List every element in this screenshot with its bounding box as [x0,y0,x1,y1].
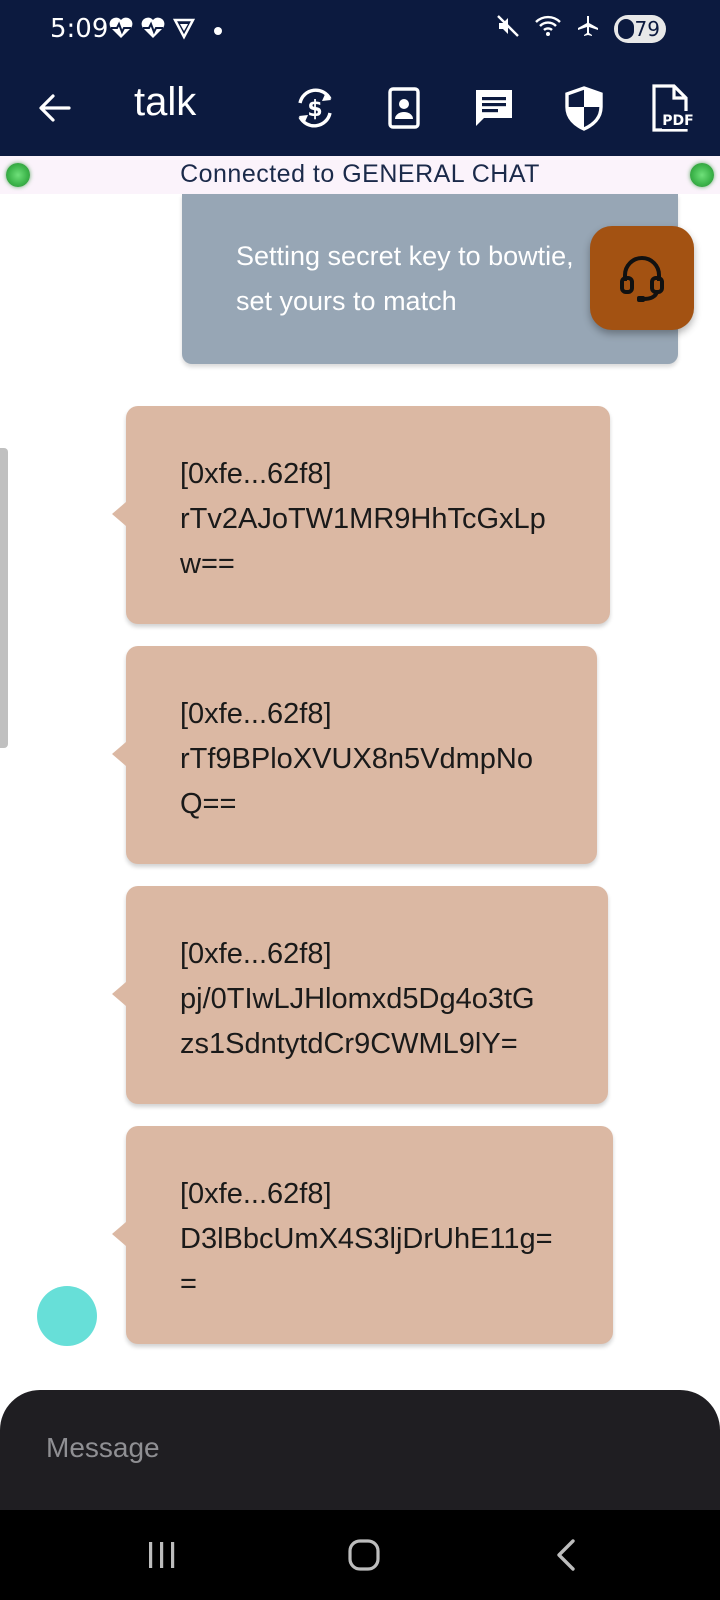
message-line: zs1SdntytdCr9CWML9lY= [180,1028,518,1060]
message-sender: [0xfe...62f8] [180,1178,332,1210]
airplane-icon [576,14,600,43]
shield-icon [565,86,603,131]
incoming-message[interactable]: [0xfe...62f8] rTv2AJoTW1MR9HhTcGxLp w== [112,406,610,624]
battery-level: 79 [634,16,660,41]
status-time: 5:09 [50,14,109,44]
home-button[interactable] [334,1530,394,1580]
message-text: [0xfe...62f8] rTf9BPloXVUX8n5VdmpNo Q== [180,692,533,827]
message-line: rTf9BPloXVUX8n5VdmpNo [180,743,533,775]
message-text: [0xfe...62f8] rTv2AJoTW1MR9HhTcGxLp w== [180,452,546,587]
message-sender: [0xfe...62f8] [180,938,332,970]
status-bar: 5:09 79 [0,0,720,62]
chat-icon [476,90,512,126]
currency-sync-button[interactable]: $ [287,80,343,136]
currency-sync-icon: $ [298,88,332,128]
svg-text:PDF: PDF [662,113,693,129]
app-bar: talk $ PDF [0,62,720,156]
message-sender: [0xfe...62f8] [180,698,332,730]
message-line: pj/0TIwLJHlomxd5Dg4o3tG [180,983,535,1015]
arrow-left-icon [39,94,71,122]
pdf-icon: PDF [652,84,694,132]
message-line: = [180,1268,197,1300]
message-text: [0xfe...62f8] D3lBbcUmX4S3ljDrUhE11g= = [180,1172,553,1307]
status-left-icons [108,16,222,45]
recent-apps-button[interactable] [132,1530,192,1580]
contact-card-button[interactable] [376,80,432,136]
message-line: Q== [180,788,237,820]
message-input[interactable] [46,1426,646,1470]
support-button[interactable] [590,226,694,330]
security-button[interactable] [556,80,612,136]
message-text: [0xfe...62f8] pj/0TIwLJHlomxd5Dg4o3tG zs… [180,932,535,1067]
incoming-message[interactable]: [0xfe...62f8] rTf9BPloXVUX8n5VdmpNo Q== [112,646,597,864]
recent-apps-icon [149,1542,175,1568]
message-line: set yours to match [236,286,457,316]
status-right-icons: 79 [496,14,666,43]
wifi-icon [534,14,562,43]
back-button[interactable] [30,84,78,132]
pdf-export-button[interactable]: PDF [644,80,700,136]
connection-status-led [690,163,714,187]
mute-icon [496,14,520,43]
message-line: w== [180,548,235,580]
chat-button[interactable] [466,80,522,136]
scrollbar[interactable] [0,448,8,748]
system-back-button[interactable] [536,1530,596,1580]
message-composer [0,1390,720,1510]
incoming-message[interactable]: [0xfe...62f8] pj/0TIwLJHlomxd5Dg4o3tG zs… [112,886,608,1104]
home-icon [348,1539,380,1571]
headset-icon [620,256,664,302]
message-text: Setting secret key to bowtie, set yours … [236,234,636,324]
message-sender: [0xfe...62f8] [180,458,332,490]
contact-card-icon [388,87,420,129]
heart-pulse-icon [108,16,134,45]
message-line: D3lBbcUmX4S3ljDrUhE11g= [180,1223,553,1255]
incoming-message[interactable]: [0xfe...62f8] D3lBbcUmX4S3ljDrUhE11g= = [112,1126,613,1344]
connection-status-text: Connected to GENERAL CHAT [180,160,540,188]
battery-indicator: 79 [614,14,666,43]
system-nav-bar [0,1510,720,1600]
message-line: rTv2AJoTW1MR9HhTcGxLp [180,503,546,535]
page-title: talk [134,80,197,124]
svg-text:$: $ [307,97,322,122]
notification-dot [214,26,222,35]
heart-pulse-icon [140,16,166,45]
back-icon [557,1539,575,1571]
vpn-shield-icon [172,16,196,45]
avatar[interactable] [37,1286,97,1346]
chat-screen: { "status_bar": { "time": "5:09", "batte… [0,0,720,1600]
message-line: Setting secret key to bowtie, [236,241,574,271]
connection-banner: Connected to GENERAL CHAT [0,156,720,194]
